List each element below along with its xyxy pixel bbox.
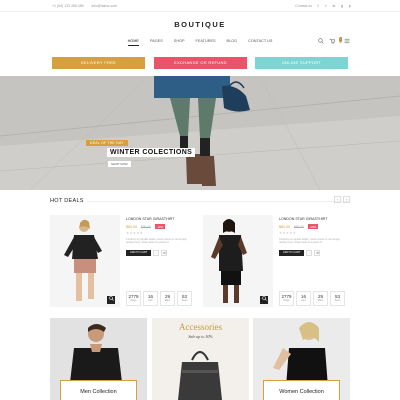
email-link[interactable]: info@tiamo.com <box>92 4 117 8</box>
cart-icon[interactable]: 0 <box>329 37 342 46</box>
handbag-image <box>178 351 222 400</box>
rating-stars: ★★★★★ <box>279 231 297 235</box>
hero-image <box>0 76 400 190</box>
nav-item-pages[interactable]: PAGES <box>150 39 163 46</box>
timer-mins-label: Mins <box>317 298 324 302</box>
timer-secs-label: Secs <box>334 298 341 302</box>
add-to-cart-button[interactable]: ADD TO CART <box>126 249 152 256</box>
product-name[interactable]: LONDON STAR GIRASTHIRT <box>279 217 349 221</box>
rating-stars: ★★★★★ <box>126 231 144 235</box>
twitter-icon[interactable]: t <box>324 4 328 8</box>
contact-link[interactable]: Contact us <box>295 4 312 8</box>
phone-text: +1 (54) 123 456 456 <box>52 4 84 8</box>
nav-item-home[interactable]: HOME <box>127 39 139 46</box>
brand-logo[interactable]: BOUTIQUE <box>0 20 400 29</box>
hot-deals-title: HOT DEALS <box>50 198 87 204</box>
product-card: LONDON STAR GIRASTHIRT $80.00 $90.00 -10… <box>203 215 348 307</box>
countdown-timer: 2779 Days 16 Hrs 29 Mins 53 Secs <box>279 291 345 306</box>
cart-count-badge: 0 <box>339 37 342 43</box>
product-description: Contrary to popular belief, Lorem Ipsum … <box>126 238 187 245</box>
timer-mins-label: Mins <box>164 298 171 302</box>
deal-badge: DEAL OF THE DAY <box>86 140 128 146</box>
zoom-icon[interactable] <box>260 296 268 304</box>
google-icon[interactable]: g <box>340 4 344 8</box>
product-old-price: $90.00 <box>141 224 151 229</box>
product-price: $80.00 <box>126 224 137 229</box>
nav-item-shop[interactable]: SHOP <box>174 39 185 46</box>
men-collection-card[interactable]: Men Collection <box>50 318 147 400</box>
top-bar: +1 (54) 123 456 456 info@tiamo.com Conta… <box>0 0 400 12</box>
countdown-timer: 2779 Days 16 Hrs 29 Mins 53 Secs <box>126 291 192 306</box>
zoom-icon[interactable] <box>107 296 115 304</box>
product-image[interactable] <box>50 215 120 307</box>
linkedin-icon[interactable]: in <box>332 4 336 8</box>
prev-arrow-icon[interactable]: ‹ <box>334 196 341 203</box>
hero-banner <box>0 76 400 190</box>
next-arrow-icon[interactable]: › <box>343 196 350 203</box>
timer-secs-label: Secs <box>181 298 188 302</box>
timer-hours-label: Hrs <box>301 298 306 302</box>
search-icon[interactable] <box>318 38 324 46</box>
accessories-card[interactable]: Accessories Sale up to 30% <box>152 318 249 400</box>
women-collection-label: Women Collection <box>263 380 340 400</box>
promo-support[interactable]: ONLINE SUPPORT <box>255 57 348 69</box>
discount-badge: -10% <box>307 224 318 229</box>
pinterest-icon[interactable]: p <box>348 4 352 8</box>
nav-item-blog[interactable]: BLOG <box>227 39 238 46</box>
hero-title: WINTER COLECTIONS <box>107 148 196 157</box>
timer-days-label: Days <box>283 298 290 302</box>
men-collection-label: Men Collection <box>60 380 137 400</box>
section-divider <box>50 201 350 202</box>
women-collection-card[interactable]: Women Collection <box>253 318 350 400</box>
product-price: $80.00 <box>279 224 290 229</box>
nav-icons: 0 <box>318 37 350 46</box>
add-to-cart-button[interactable]: ADD TO CART <box>279 249 305 256</box>
wishlist-icon[interactable]: ♡ <box>306 249 313 256</box>
compare-icon[interactable]: ⇄ <box>161 249 168 256</box>
timer-hours-label: Hrs <box>148 298 153 302</box>
timer-days: 2779 <box>128 293 139 299</box>
timer-days-label: Days <box>130 298 137 302</box>
shop-now-button[interactable]: SHOP NOW <box>107 160 132 168</box>
product-name[interactable]: LONDON STAR GIRASTHIRT <box>126 217 196 221</box>
menu-icon[interactable] <box>344 38 350 46</box>
carousel-arrows: ‹ › <box>334 196 350 203</box>
compare-icon[interactable]: ⇄ <box>314 249 321 256</box>
product-description: Contrary to popular belief, Lorem Ipsum … <box>279 238 340 245</box>
nav-item-features[interactable]: FEATURES <box>196 39 216 46</box>
product-card: LONDON STAR GIRASTHIRT $80.00 $90.00 -10… <box>50 215 195 307</box>
promo-delivery[interactable]: DELIVERY FREE <box>52 57 145 69</box>
discount-badge: -10% <box>154 224 165 229</box>
wishlist-icon[interactable]: ♡ <box>153 249 160 256</box>
promo-exchange[interactable]: EXCHANGE OR REFUND <box>154 57 247 69</box>
facebook-icon[interactable]: f <box>316 4 320 8</box>
timer-days: 2779 <box>281 293 292 299</box>
product-image[interactable] <box>203 215 273 307</box>
nav-item-contact[interactable]: CONTACT US <box>248 39 272 46</box>
product-old-price: $90.00 <box>294 224 304 229</box>
